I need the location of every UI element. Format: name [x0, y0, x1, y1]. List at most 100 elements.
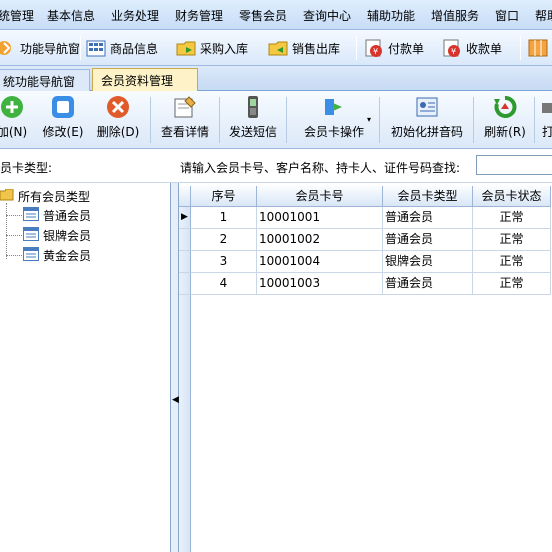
- quick-payment-button[interactable]: ¥ 付款单: [364, 34, 424, 62]
- main-toolbar: 加(N) 修改(E) 删除(D) 查看详情 发送短信 会员卡操作 ▾ 初始化拼音…: [0, 91, 552, 149]
- table-row[interactable]: ▶ 1 10001001 普通会员 正常: [179, 207, 552, 229]
- menu-query-center[interactable]: 查询中心: [303, 7, 351, 24]
- grid-header: 序号 会员卡号 会员卡类型 会员卡状态: [179, 186, 552, 207]
- refresh-icon: [493, 95, 517, 119]
- separator: [379, 97, 380, 143]
- folder-icon: [0, 188, 14, 204]
- tab-member-management[interactable]: 会员资料管理: [92, 68, 198, 92]
- separator: [356, 36, 357, 60]
- tree-root-label: 所有会员类型: [18, 189, 91, 204]
- cell-no: 1: [191, 207, 257, 229]
- tab-function-navigation[interactable]: 统功能导航窗: [0, 69, 90, 91]
- tree-item-silver[interactable]: 银牌会员: [23, 226, 91, 244]
- member-grid: 序号 会员卡号 会员卡类型 会员卡状态 ▶ 1 10001001 普通会员 正常…: [179, 183, 552, 552]
- cell-no: 3: [191, 251, 257, 273]
- cell-card-number: 10001002: [257, 229, 383, 251]
- separator: [473, 97, 474, 143]
- tree-item-regular[interactable]: 普通会员: [23, 206, 91, 224]
- quick-more-button[interactable]: [528, 34, 548, 62]
- send-sms-label: 发送短信: [228, 125, 277, 139]
- cell-card-type: 银牌会员: [383, 251, 473, 273]
- menu-bar: 统管理 基本信息 业务处理 财务管理 零售会员 查询中心 辅助功能 增值服务 窗…: [0, 0, 552, 30]
- quick-payment-label: 付款单: [388, 41, 425, 56]
- edit-icon: [51, 95, 75, 119]
- chevron-down-icon[interactable]: ▾: [367, 115, 371, 124]
- refresh-button[interactable]: 刷新(R): [482, 95, 528, 147]
- tree-connector: [6, 215, 22, 216]
- quick-sales-button[interactable]: 销售出库: [268, 34, 340, 62]
- quick-product-button[interactable]: 商品信息: [86, 34, 158, 62]
- init-pinyin-button[interactable]: 初始化拼音码: [386, 95, 468, 147]
- cell-card-status: 正常: [473, 207, 551, 229]
- tree-connector: [6, 235, 22, 236]
- row-selector[interactable]: [179, 229, 191, 251]
- column-header-card-status[interactable]: 会员卡状态: [473, 186, 551, 207]
- delete-button[interactable]: 删除(D): [95, 95, 141, 147]
- quick-receipt-button[interactable]: ¥ 收款单: [442, 34, 502, 62]
- list-icon: [23, 226, 39, 244]
- quick-purchase-button[interactable]: 采购入库: [176, 34, 248, 62]
- menu-system[interactable]: 统管理: [0, 7, 34, 24]
- add-label: 加(N): [0, 125, 28, 139]
- table-row[interactable]: 2 10001002 普通会员 正常: [179, 229, 552, 251]
- add-icon: [0, 95, 24, 119]
- table-row[interactable]: 4 10001003 普通会员 正常: [179, 273, 552, 295]
- column-header-card-number[interactable]: 会员卡号: [257, 186, 383, 207]
- menu-retail-member[interactable]: 零售会员: [239, 7, 287, 24]
- tree-root-all-types[interactable]: 所有会员类型: [0, 187, 90, 205]
- card-operation-button[interactable]: 会员卡操作 ▾: [294, 95, 374, 147]
- table-row[interactable]: 3 10001004 银牌会员 正常: [179, 251, 552, 273]
- separator: [219, 97, 220, 143]
- row-selector[interactable]: [179, 251, 191, 273]
- tree-item-gold[interactable]: 黄金会员: [23, 246, 91, 264]
- print-button[interactable]: 打: [541, 95, 552, 147]
- cell-card-type: 普通会员: [383, 273, 473, 295]
- print-icon: [542, 95, 552, 119]
- edit-button[interactable]: 修改(E): [40, 95, 86, 147]
- edit-label: 修改(E): [42, 125, 84, 139]
- product-grid-icon: [86, 38, 106, 58]
- menu-assist[interactable]: 辅助功能: [367, 7, 415, 24]
- menu-value-added[interactable]: 增值服务: [431, 7, 479, 24]
- quick-purchase-label: 采购入库: [200, 41, 249, 56]
- separator: [150, 97, 151, 143]
- send-sms-button[interactable]: 发送短信: [226, 95, 280, 147]
- menu-finance[interactable]: 财务管理: [175, 7, 223, 24]
- add-button[interactable]: 加(N): [0, 95, 28, 147]
- menu-window[interactable]: 窗口: [495, 7, 519, 24]
- svg-text:¥: ¥: [373, 47, 378, 56]
- separator: [286, 97, 287, 143]
- separator: [520, 36, 521, 60]
- tab-label: 统功能导航窗: [3, 75, 76, 89]
- details-button[interactable]: 查看详情: [158, 95, 212, 147]
- quick-sales-label: 销售出库: [292, 41, 341, 56]
- quick-navigation-button[interactable]: 功能导航窗: [0, 34, 80, 62]
- column-header-card-type[interactable]: 会员卡类型: [383, 186, 473, 207]
- panel-splitter[interactable]: ◀: [171, 183, 179, 552]
- quick-product-label: 商品信息: [110, 41, 159, 56]
- details-icon: [173, 95, 197, 119]
- payment-icon: ¥: [364, 38, 384, 58]
- menu-business[interactable]: 业务处理: [111, 7, 159, 24]
- column-header-no[interactable]: 序号: [191, 186, 257, 207]
- menu-help[interactable]: 帮助: [535, 7, 552, 24]
- grid-color-icon: [528, 38, 548, 58]
- menu-basic-info[interactable]: 基本信息: [47, 7, 95, 24]
- card-operation-label: 会员卡操作: [303, 125, 364, 139]
- separator: [534, 97, 535, 143]
- row-selector-arrow-icon[interactable]: ▶: [179, 207, 191, 229]
- cell-card-status: 正常: [473, 229, 551, 251]
- pinyin-icon: [415, 95, 439, 119]
- row-selector[interactable]: [179, 273, 191, 295]
- search-input[interactable]: [476, 155, 552, 175]
- phone-icon: [241, 95, 265, 119]
- tree-connector: [6, 203, 7, 259]
- quick-receipt-label: 收款单: [466, 41, 503, 56]
- tree-item-label: 银牌会员: [43, 228, 92, 243]
- row-header-strip: [179, 295, 191, 552]
- chevron-left-icon[interactable]: ◀: [172, 395, 179, 405]
- receipt-icon: ¥: [442, 38, 462, 58]
- quick-toolbar: 功能导航窗 商品信息 采购入库 销售出库 ¥ 付款单 ¥ 收款单: [0, 30, 552, 66]
- tree-item-label: 黄金会员: [43, 248, 92, 263]
- cell-no: 2: [191, 229, 257, 251]
